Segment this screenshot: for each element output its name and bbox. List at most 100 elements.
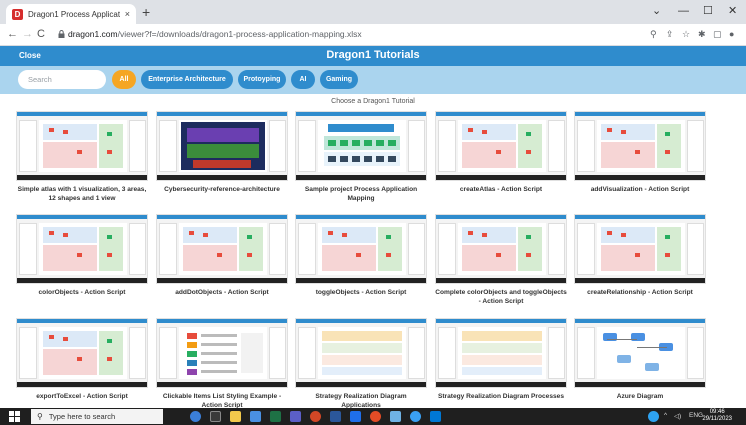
chrome-icon[interactable] [370, 411, 381, 422]
tutorial-card[interactable]: exportToExcel - Action Script [16, 318, 148, 414]
filter-protoyping-button[interactable]: Protoyping [238, 70, 286, 89]
tutorial-card[interactable]: Cybersecurity-reference-architecture [156, 111, 288, 207]
tutorial-thumbnail[interactable] [295, 111, 427, 181]
lock-icon[interactable] [58, 30, 65, 38]
app-header: Close Dragon1 Tutorials [0, 46, 746, 66]
back-arrow-icon[interactable]: ← [7, 28, 18, 40]
outlook-icon[interactable] [410, 411, 421, 422]
thumb-bottom-bar [157, 175, 287, 180]
tutorial-title[interactable]: exportToExcel - Action Script [16, 392, 148, 401]
tutorial-card[interactable]: createRelationship - Action Script [574, 214, 706, 310]
tutorial-card[interactable]: Strategy Realization Diagram Processes [435, 318, 567, 414]
taskbar-search-box[interactable]: ⚲ Type here to search [31, 409, 163, 424]
tutorial-thumbnail[interactable] [16, 111, 148, 181]
weather-icon[interactable] [648, 411, 659, 422]
tab-close-icon[interactable]: × [125, 9, 130, 19]
forward-arrow-icon[interactable]: → [22, 28, 33, 40]
azure-node [645, 363, 659, 371]
edge-icon[interactable] [190, 411, 201, 422]
windows-start-icon[interactable] [9, 411, 20, 422]
filter-all-button[interactable]: All [112, 70, 136, 89]
share-icon[interactable]: ⇪ [666, 29, 674, 40]
tutorial-card[interactable]: Azure Diagram [574, 318, 706, 414]
tutorial-thumbnail[interactable] [574, 111, 706, 181]
tray-chevron-icon[interactable]: ^ [664, 412, 667, 419]
taskbar-clock[interactable]: 09:46 29/11/2023 [702, 409, 732, 423]
filter-gaming-button[interactable]: Gaming [320, 70, 358, 89]
tutorial-thumbnail[interactable] [16, 214, 148, 284]
tutorial-title[interactable]: Cybersecurity-reference-architecture [156, 185, 288, 194]
tutorial-title[interactable]: Azure Diagram [574, 392, 706, 401]
profile-icon[interactable]: ● [729, 29, 734, 40]
skype-icon[interactable] [390, 411, 401, 422]
tab-search-icon[interactable]: ⌄ [652, 5, 661, 17]
extensions-icon[interactable]: ✱ [698, 29, 706, 40]
word-icon[interactable] [330, 411, 341, 422]
tutorial-card[interactable]: Clickable Items List Styling Example - A… [156, 318, 288, 414]
area-red [43, 245, 97, 271]
tutorial-thumbnail[interactable] [295, 214, 427, 284]
language-indicator[interactable]: ENG [689, 412, 703, 419]
filter-enterprise-architecture-button[interactable]: Enterprise Architecture [141, 70, 233, 89]
area-red [43, 142, 97, 168]
shape [77, 253, 82, 257]
tutorial-title[interactable]: colorObjects - Action Script [16, 288, 148, 297]
tutorial-card[interactable]: addDotObjects - Action Script [156, 214, 288, 310]
reload-icon[interactable]: C [37, 28, 45, 40]
tutorial-title[interactable]: addVisualization - Action Script [574, 185, 706, 194]
tutorial-thumbnail[interactable] [156, 214, 288, 284]
search-input[interactable] [18, 70, 106, 89]
filter-ai-button[interactable]: AI [291, 70, 315, 89]
tutorial-card[interactable]: toggleObjects - Action Script [295, 214, 427, 310]
tutorial-thumbnail[interactable] [435, 214, 567, 284]
tutorial-title[interactable]: addDotObjects - Action Script [156, 288, 288, 297]
tutorial-title[interactable]: createAtlas - Action Script [435, 185, 567, 194]
area-blue [43, 331, 97, 347]
tutorial-thumbnail[interactable] [435, 111, 567, 181]
tutorial-card[interactable]: addVisualization - Action Script [574, 111, 706, 207]
search-icon: ⚲ [37, 412, 43, 421]
tutorial-thumbnail[interactable] [574, 214, 706, 284]
sidepanel-icon[interactable]: ▢ [713, 29, 722, 40]
tutorial-title[interactable]: createRelationship - Action Script [574, 288, 706, 297]
tutorial-thumbnail[interactable] [435, 318, 567, 388]
mail-icon[interactable] [250, 411, 261, 422]
volume-icon[interactable]: ◁) [674, 412, 681, 420]
tutorial-thumbnail[interactable] [16, 318, 148, 388]
url-field[interactable]: dragon1.com/viewer?f=/downloads/dragon1-… [68, 29, 362, 39]
tutorial-thumbnail[interactable] [295, 318, 427, 388]
thumb-canvas [318, 120, 406, 172]
new-tab-button[interactable]: + [142, 5, 150, 19]
tutorial-card[interactable]: Simple atlas with 1 visualization, 3 are… [16, 111, 148, 207]
tutorial-title[interactable]: Simple atlas with 1 visualization, 3 are… [16, 185, 148, 203]
powerpoint-icon[interactable] [310, 411, 321, 422]
maximize-button[interactable]: ☐ [703, 5, 713, 17]
window-close-button[interactable]: ✕ [728, 5, 737, 17]
task-view-icon[interactable] [210, 411, 221, 422]
tutorial-card[interactable]: createAtlas - Action Script [435, 111, 567, 207]
tutorial-thumbnail[interactable] [156, 111, 288, 181]
file-explorer-icon[interactable] [230, 411, 241, 422]
store-icon[interactable] [430, 411, 441, 422]
shape [526, 150, 531, 154]
vscode-icon[interactable] [350, 411, 361, 422]
excel-icon[interactable] [270, 411, 281, 422]
tutorial-card[interactable]: Sample project Process Application Mappi… [295, 111, 427, 207]
tutorial-thumbnail[interactable] [574, 318, 706, 388]
teams-icon[interactable] [290, 411, 301, 422]
minimize-button[interactable]: — [678, 5, 689, 17]
tutorial-card[interactable]: Strategy Realization Diagram Application… [295, 318, 427, 414]
tutorial-title[interactable]: Complete colorObjects and toggleObjects … [435, 288, 567, 306]
thumb-right-panel [269, 223, 286, 275]
tutorial-card[interactable]: Complete colorObjects and toggleObjects … [435, 214, 567, 310]
tutorial-title[interactable]: Strategy Realization Diagram Processes [435, 392, 567, 401]
tutorial-card[interactable]: colorObjects - Action Script [16, 214, 148, 310]
browser-tab[interactable]: D Dragon1 Process Application M × [6, 4, 136, 24]
zoom-icon[interactable]: ⚲ [650, 29, 657, 40]
bookmark-star-icon[interactable]: ☆ [682, 29, 690, 40]
page-title: Dragon1 Tutorials [326, 49, 420, 61]
tutorial-title[interactable]: toggleObjects - Action Script [295, 288, 427, 297]
process-app [340, 156, 348, 162]
tutorial-thumbnail[interactable] [156, 318, 288, 388]
tutorial-title[interactable]: Sample project Process Application Mappi… [295, 185, 427, 203]
